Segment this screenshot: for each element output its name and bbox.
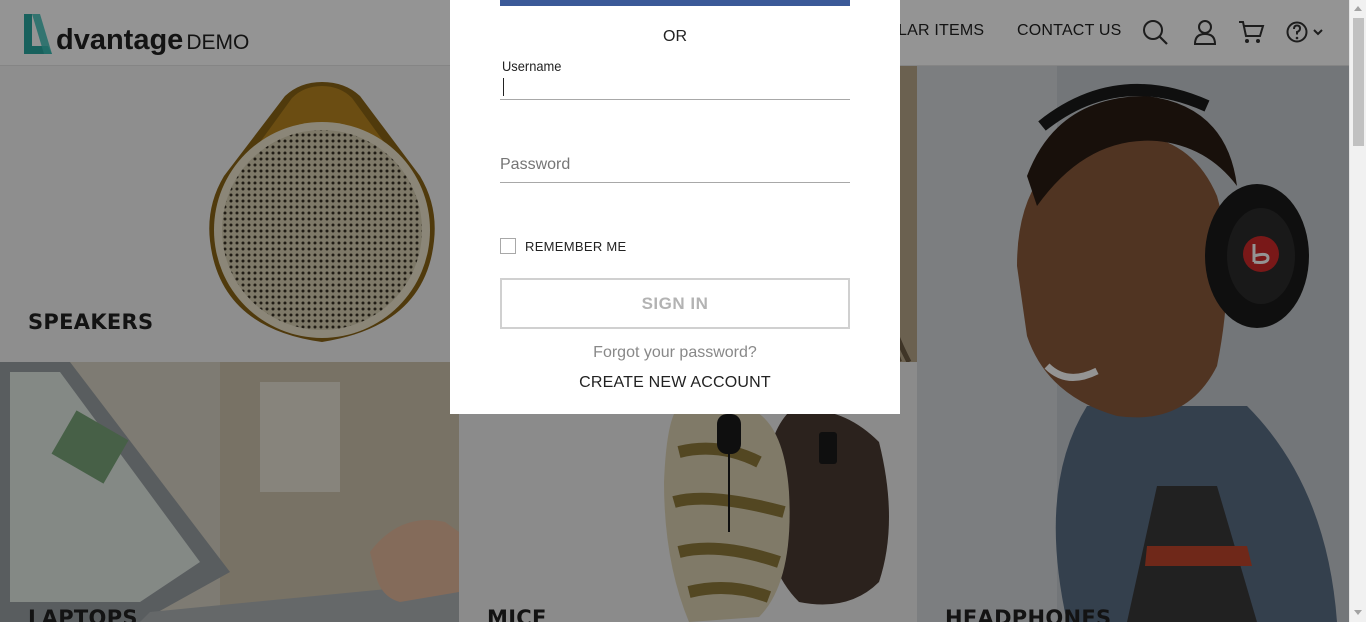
username-field[interactable]: Username	[500, 56, 850, 100]
password-field[interactable]	[500, 150, 850, 183]
sign-in-button[interactable]: SIGN IN	[500, 278, 850, 329]
login-modal: OR Username REMEMBER ME SIGN IN Forgot y…	[450, 0, 900, 414]
page: dvantage DEMO LAR ITEMS CONTACT US SPEAK…	[0, 0, 1366, 622]
scroll-down-arrow-icon[interactable]	[1354, 610, 1362, 615]
scroll-thumb[interactable]	[1353, 18, 1364, 146]
remember-me-checkbox[interactable]	[500, 238, 516, 254]
remember-me-label[interactable]: REMEMBER ME	[525, 239, 627, 254]
password-input[interactable]	[500, 152, 850, 178]
text-caret	[503, 78, 504, 96]
username-input[interactable]	[500, 76, 850, 98]
scroll-up-arrow-icon[interactable]	[1354, 6, 1362, 11]
create-account-link[interactable]: CREATE NEW ACCOUNT	[450, 374, 900, 392]
facebook-signin-button[interactable]	[500, 0, 850, 6]
remember-me[interactable]: REMEMBER ME	[500, 238, 627, 254]
forgot-password-link[interactable]: Forgot your password?	[450, 344, 900, 362]
username-label: Username	[502, 58, 562, 74]
or-divider-text: OR	[663, 28, 687, 45]
page-scrollbar[interactable]	[1349, 0, 1366, 622]
